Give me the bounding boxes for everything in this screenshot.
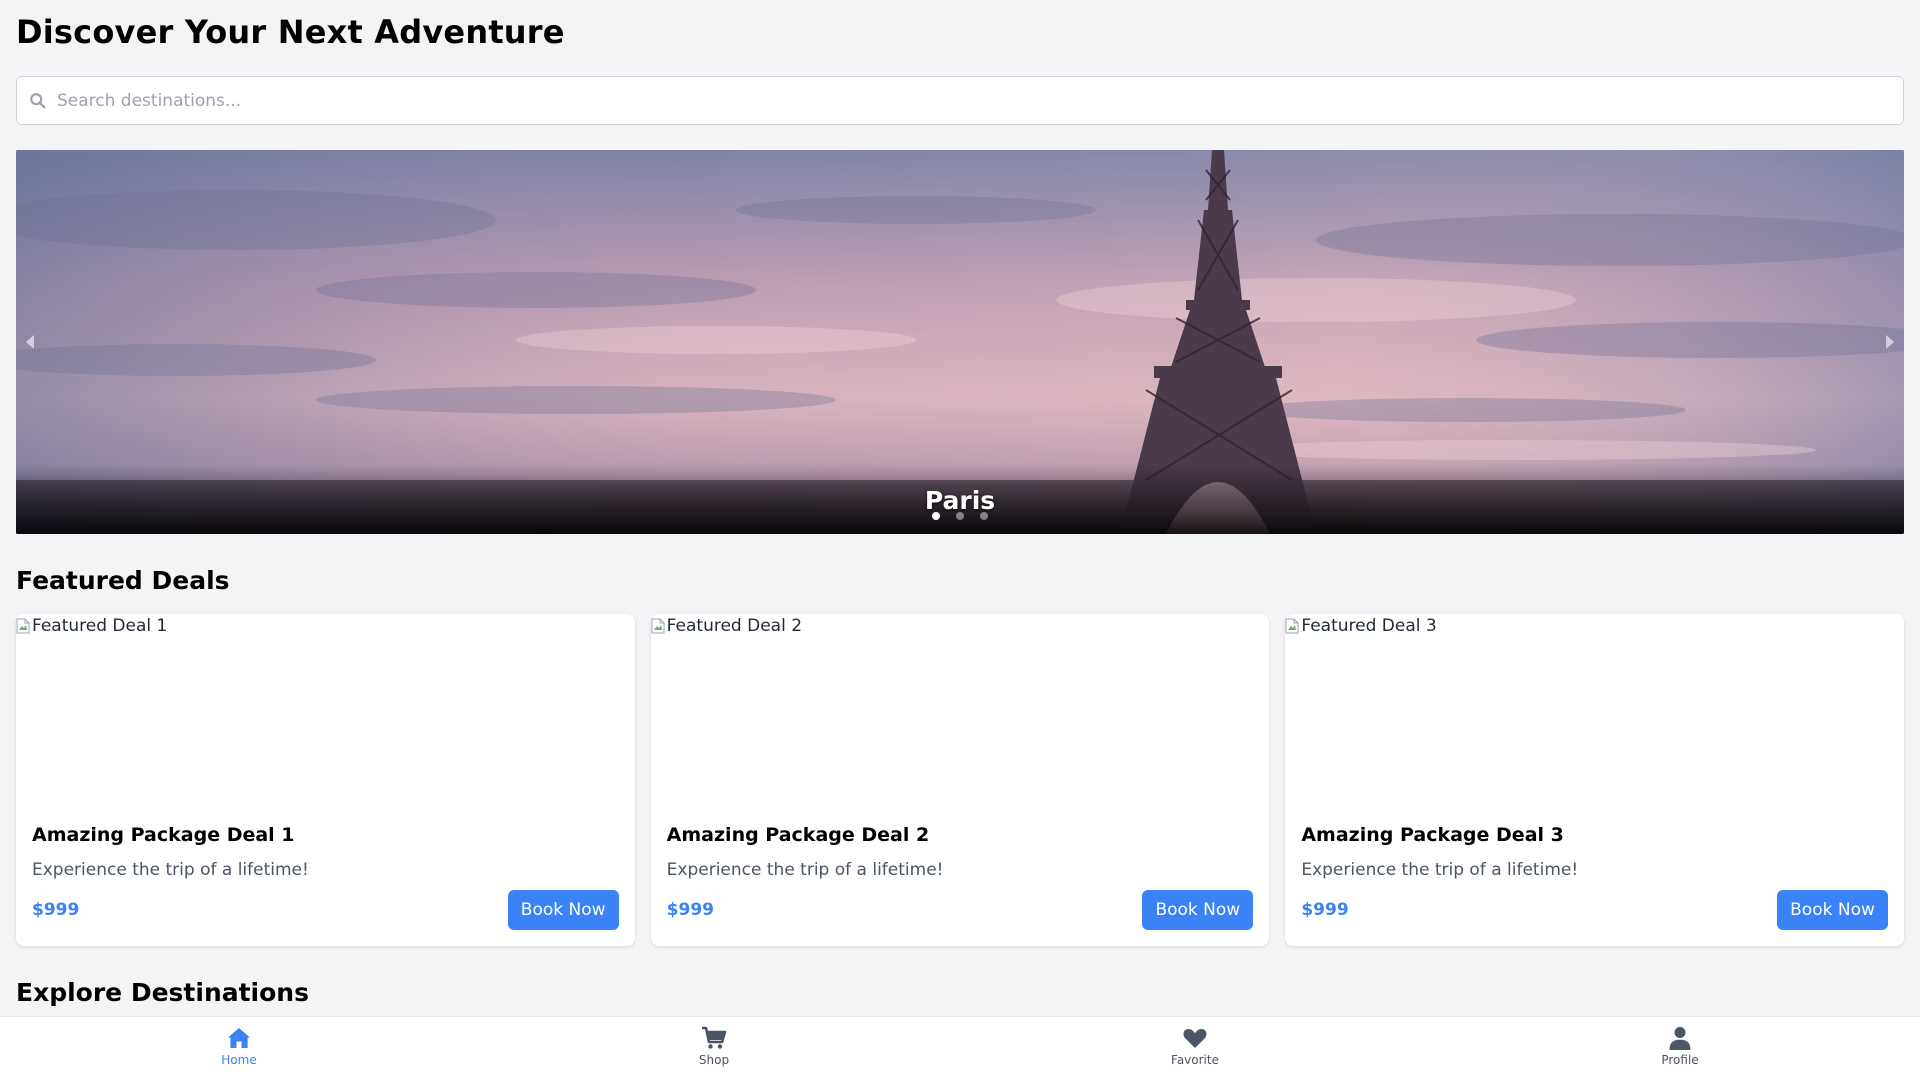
deal-title: Amazing Package Deal 2 [666, 824, 930, 846]
nav-label: Profile [1661, 1053, 1699, 1067]
home-icon [228, 1028, 250, 1048]
carousel-caption: Paris [924, 486, 996, 515]
deal-price: $999 [666, 900, 714, 920]
search-input[interactable] [57, 77, 1887, 124]
carousel-dot[interactable] [932, 512, 940, 520]
deal-card: Featured Deal 1 Amazing Package Deal 1 E… [16, 614, 635, 946]
carousel-dot[interactable] [956, 512, 964, 520]
search-bar[interactable] [16, 76, 1904, 125]
deal-image-alt: Featured Deal 3 [1301, 616, 1437, 636]
nav-label: Home [221, 1053, 257, 1067]
deal-image: Featured Deal 3 [1285, 614, 1904, 806]
search-icon [30, 93, 46, 109]
book-now-button[interactable]: Book Now [1142, 890, 1254, 930]
cart-icon [702, 1026, 727, 1049]
broken-image-icon [651, 618, 665, 634]
page-title: Discover Your Next Adventure [16, 13, 565, 51]
heart-icon [1183, 1029, 1207, 1048]
deal-title: Amazing Package Deal 3 [1301, 824, 1564, 846]
broken-image-icon [1285, 618, 1299, 634]
carousel-next-button[interactable] [1878, 328, 1902, 356]
deal-card: Featured Deal 2 Amazing Package Deal 2 E… [650, 614, 1270, 946]
user-icon [1669, 1027, 1691, 1050]
deal-card: Featured Deal 3 Amazing Package Deal 3 E… [1285, 614, 1905, 946]
deal-price: $999 [32, 900, 80, 920]
deal-description: Experience the trip of a lifetime! [1301, 860, 1579, 880]
carousel-dot[interactable] [980, 512, 988, 520]
featured-deals-heading: Featured Deals [16, 566, 230, 595]
broken-image-icon [16, 618, 30, 634]
explore-destinations-heading: Explore Destinations [16, 978, 309, 1007]
bottom-navigation: Home Shop Favorite Profile [0, 1016, 1920, 1080]
book-now-button[interactable]: Book Now [507, 890, 619, 930]
deal-image-alt: Featured Deal 1 [32, 616, 168, 636]
nav-label: Shop [698, 1053, 730, 1067]
nav-label: Favorite [1171, 1053, 1219, 1067]
book-now-button[interactable]: Book Now [1777, 890, 1889, 930]
deal-title: Amazing Package Deal 1 [32, 824, 295, 846]
featured-deals-list: Featured Deal 1 Amazing Package Deal 1 E… [16, 614, 1905, 946]
chevron-right-icon [1886, 335, 1894, 349]
carousel-indicators [16, 512, 1904, 520]
deal-image: Featured Deal 1 [16, 614, 635, 806]
hero-carousel[interactable]: Paris [16, 150, 1904, 534]
deal-description: Experience the trip of a lifetime! [32, 860, 309, 880]
nav-item-home[interactable]: Home [179, 1025, 299, 1067]
nav-item-profile[interactable]: Profile [1620, 1025, 1740, 1067]
deal-description: Experience the trip of a lifetime! [666, 860, 944, 880]
deal-image-alt: Featured Deal 2 [666, 616, 803, 636]
carousel-prev-button[interactable] [18, 328, 42, 356]
chevron-left-icon [26, 335, 34, 349]
nav-item-favorite[interactable]: Favorite [1135, 1025, 1255, 1067]
nav-item-shop[interactable]: Shop [654, 1025, 774, 1067]
deal-price: $999 [1301, 900, 1349, 920]
deal-image: Featured Deal 2 [651, 614, 1270, 806]
page: Discover Your Next Adventure Search dest… [0, 0, 1920, 1080]
